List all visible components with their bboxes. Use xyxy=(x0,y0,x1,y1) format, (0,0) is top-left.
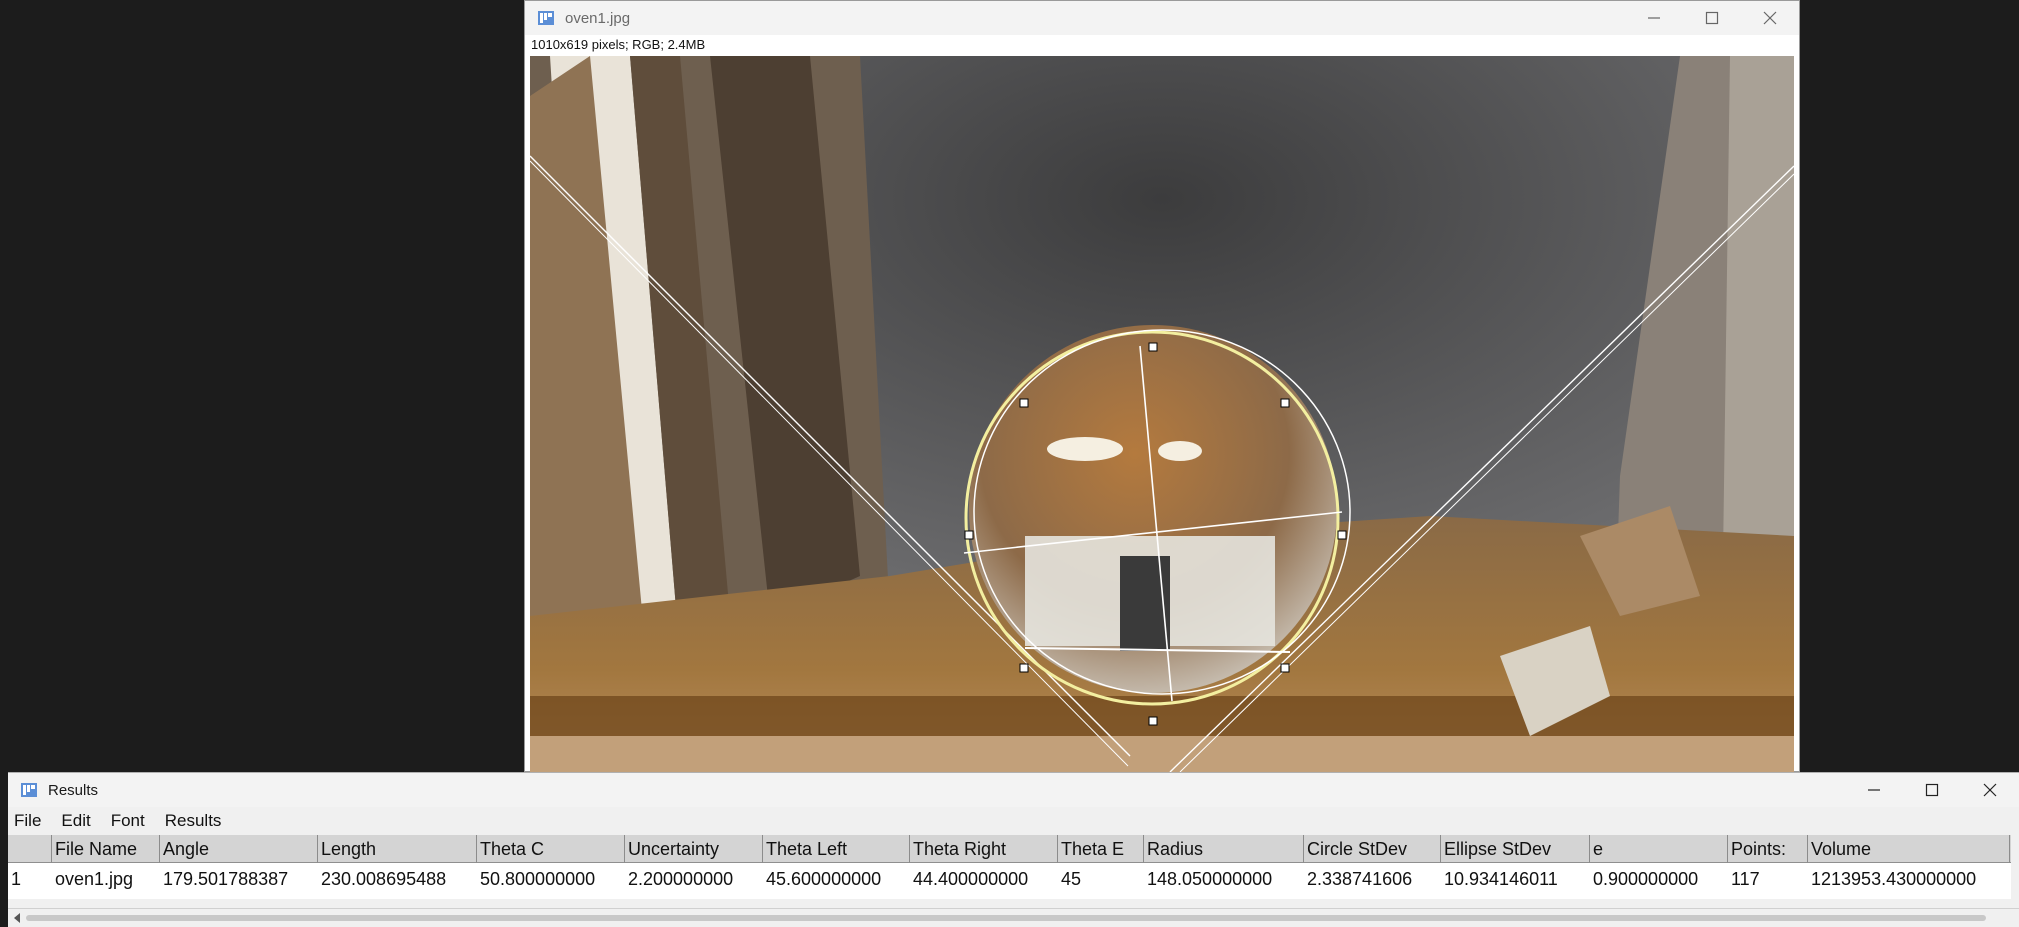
menu-results[interactable]: Results xyxy=(165,811,222,831)
menu-font[interactable]: Font xyxy=(111,811,145,831)
maximize-button[interactable] xyxy=(1683,1,1741,35)
column-header-theta-e[interactable]: Theta E xyxy=(1058,835,1144,863)
horizontal-scrollbar[interactable] xyxy=(8,908,2019,927)
results-window-titlebar[interactable]: Results xyxy=(8,773,2019,807)
cell-e: 0.900000000 xyxy=(1593,869,1699,889)
column-header-points[interactable]: Points: xyxy=(1728,835,1808,863)
menu-edit[interactable]: Edit xyxy=(61,811,90,831)
column-header-angle[interactable]: Angle xyxy=(160,835,318,863)
cell-uncertainty: 2.200000000 xyxy=(628,869,734,889)
image-info: 1010x619 pixels; RGB; 2.4MB xyxy=(531,37,706,52)
table-row[interactable]: 1 oven1.jpg 179.501788387 230.008695488 … xyxy=(8,863,2011,895)
scroll-thumb[interactable] xyxy=(26,915,1986,921)
image-canvas[interactable] xyxy=(530,56,1794,772)
cell-file-name: oven1.jpg xyxy=(55,869,134,889)
results-menubar: File Edit Font Results xyxy=(8,807,235,835)
maximize-icon xyxy=(1925,783,1939,797)
cell-ellipse-stdev: 10.934146011 xyxy=(1444,869,1558,889)
scroll-left-icon[interactable] xyxy=(12,912,22,924)
cell-theta-e: 45 xyxy=(1061,869,1082,889)
column-header-index[interactable] xyxy=(8,835,52,863)
cell-volume: 1213953.430000000 xyxy=(1811,869,1977,889)
cell-theta-right: 44.400000000 xyxy=(913,869,1029,889)
imagej-icon xyxy=(537,9,555,27)
column-header-theta-right[interactable]: Theta Right xyxy=(910,835,1058,863)
close-icon xyxy=(1763,11,1777,25)
results-window[interactable]: Results File Edit Font Results File Name… xyxy=(8,772,2019,927)
close-button[interactable] xyxy=(1741,1,1799,35)
column-header-radius[interactable]: Radius xyxy=(1144,835,1304,863)
cell-points: 117 xyxy=(1731,869,1760,889)
column-header-volume[interactable]: Volume xyxy=(1808,835,2010,863)
minimize-icon xyxy=(1868,789,1880,791)
column-header-length[interactable]: Length xyxy=(318,835,477,863)
cell-length: 230.008695488 xyxy=(321,869,447,889)
menu-file[interactable]: File xyxy=(14,811,41,831)
results-table[interactable]: File Name Angle Length Theta C Uncertain… xyxy=(8,835,2011,899)
image-window-titlebar[interactable]: oven1.jpg xyxy=(525,1,1799,35)
minimize-icon xyxy=(1648,17,1660,19)
column-header-theta-left[interactable]: Theta Left xyxy=(763,835,910,863)
results-window-title: Results xyxy=(48,781,99,799)
image-window-title: oven1.jpg xyxy=(565,9,631,27)
maximize-button[interactable] xyxy=(1903,773,1961,807)
cell-theta-left: 45.600000000 xyxy=(766,869,882,889)
photo xyxy=(530,56,1794,772)
imagej-icon xyxy=(20,781,38,799)
cell-angle: 179.501788387 xyxy=(163,869,289,889)
image-window[interactable]: oven1.jpg 1010x619 pixels; RGB; 2.4MB xyxy=(524,0,1800,772)
column-header-theta-c[interactable]: Theta C xyxy=(477,835,625,863)
minimize-button[interactable] xyxy=(1845,773,1903,807)
cell-theta-c: 50.800000000 xyxy=(480,869,596,889)
column-header-ellipse-stdev[interactable]: Ellipse StDev xyxy=(1441,835,1590,863)
cell-radius: 148.050000000 xyxy=(1147,869,1273,889)
cell-circle-stdev: 2.338741606 xyxy=(1307,869,1413,889)
maximize-icon xyxy=(1705,11,1719,25)
table-header: File Name Angle Length Theta C Uncertain… xyxy=(8,835,2011,863)
cell-index: 1 xyxy=(11,869,22,889)
minimize-button[interactable] xyxy=(1625,1,1683,35)
column-header-uncertainty[interactable]: Uncertainty xyxy=(625,835,763,863)
close-button[interactable] xyxy=(1961,773,2019,807)
column-header-circle-stdev[interactable]: Circle StDev xyxy=(1304,835,1441,863)
close-icon xyxy=(1983,783,1997,797)
column-header-e[interactable]: e xyxy=(1590,835,1728,863)
column-header-file-name[interactable]: File Name xyxy=(52,835,160,863)
